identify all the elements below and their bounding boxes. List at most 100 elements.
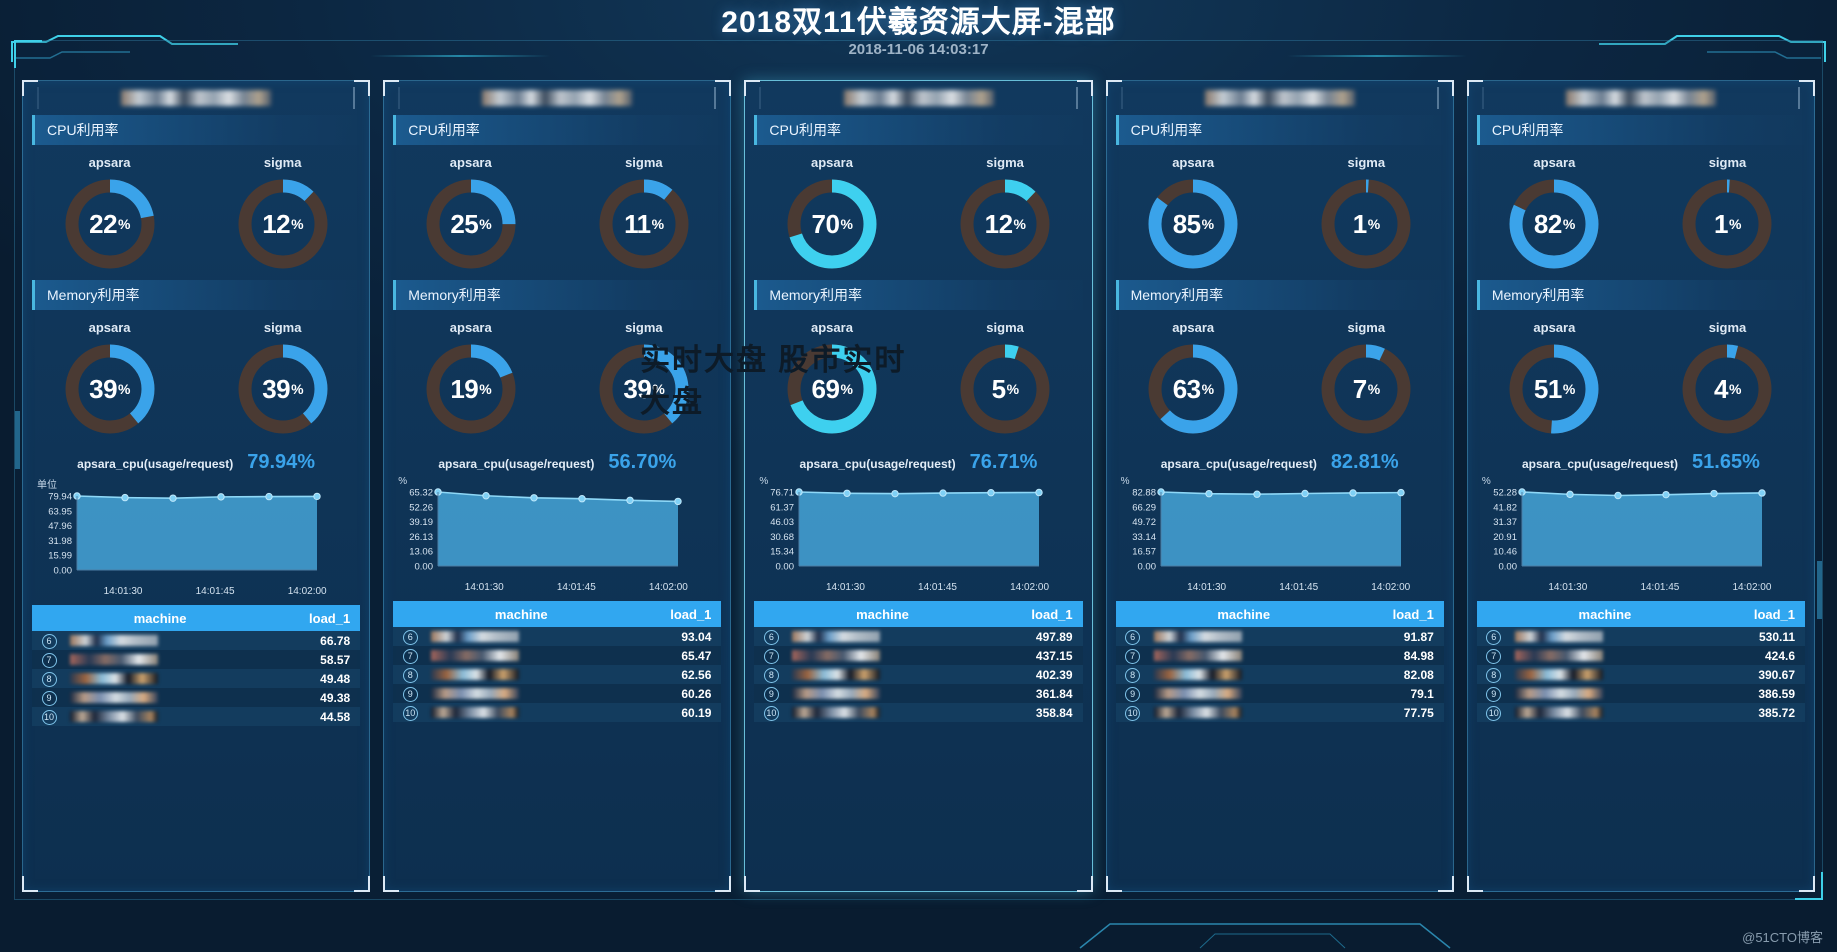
load-value: 44.58 xyxy=(320,709,351,724)
machine-name-redacted xyxy=(1150,631,1362,642)
gauge-label: apsara xyxy=(449,320,492,335)
area-chart: 76.71 61.37 46.03 30.68 15.34 0.00 xyxy=(755,488,1081,580)
gauge-label: apsara xyxy=(449,155,492,170)
table-row[interactable]: 7 58.57 xyxy=(32,650,361,669)
gauge-sigma-memory: sigma 39% xyxy=(557,320,730,437)
x-tick-label: 14:02:00 xyxy=(1732,582,1772,593)
row-index-badge: 10 xyxy=(1486,705,1502,721)
gauge-group-memory: apsara 69% sigma 5% xyxy=(745,310,1091,445)
cluster-panel-2[interactable]: CPU利用率 apsara 25% sigma 11% Memory利用率 ap… xyxy=(383,80,732,892)
gauge-apsara-cpu: apsara 25% xyxy=(384,155,557,272)
load-value: 49.48 xyxy=(320,671,351,686)
redacted-bar xyxy=(431,631,520,642)
redacted-bar xyxy=(1514,631,1603,642)
chart-metric-name: apsara_cpu(usage/request) xyxy=(1521,457,1679,471)
table-row[interactable]: 8 390.67 xyxy=(1476,665,1806,684)
section-title-label: CPU利用率 xyxy=(1491,122,1564,138)
load-value: 91.87 xyxy=(1403,629,1434,644)
table-row[interactable]: 10 60.19 xyxy=(393,703,722,722)
redacted-bar xyxy=(1514,688,1603,699)
table-row[interactable]: 8 62.56 xyxy=(393,665,722,684)
svg-text:39.19: 39.19 xyxy=(409,517,433,528)
machine-name-redacted xyxy=(1511,688,1723,699)
table-row[interactable]: 8 82.08 xyxy=(1115,665,1444,684)
machine-name-redacted xyxy=(1511,669,1723,680)
gauge-apsara-cpu: apsara 85% xyxy=(1107,155,1280,272)
x-tick-label: 14:01:45 xyxy=(556,582,596,593)
table-row[interactable]: 7 84.98 xyxy=(1115,646,1444,665)
table-row[interactable]: 8 402.39 xyxy=(754,665,1083,684)
panel-title-rule-right xyxy=(353,87,356,109)
gauge-value: 4% xyxy=(1714,373,1741,404)
table-row[interactable]: 7 65.47 xyxy=(393,646,722,665)
section-title-cpu: CPU利用率 xyxy=(754,115,1083,145)
machine-name-redacted xyxy=(427,688,639,699)
gauge-value: 22% xyxy=(89,208,130,239)
footer-decoration xyxy=(1079,923,1451,949)
table-row[interactable]: 10 385.72 xyxy=(1476,703,1806,722)
gauge-group-memory: apsara 39% sigma 39% xyxy=(23,310,369,445)
load-value: 60.19 xyxy=(681,705,712,720)
gauge-value: 19% xyxy=(450,373,492,404)
gauge-label: sigma xyxy=(986,320,1024,335)
svg-text:10.46: 10.46 xyxy=(1493,547,1517,558)
table-row[interactable]: 7 424.6 xyxy=(1476,646,1806,665)
table-row[interactable]: 10 44.58 xyxy=(32,707,361,726)
x-tick-label: 14:02:00 xyxy=(1010,582,1050,593)
section-title-label: CPU利用率 xyxy=(769,122,841,138)
section-title-memory: Memory利用率 xyxy=(754,280,1083,310)
gauge-apsara-memory: apsara 19% xyxy=(384,320,557,437)
cluster-panel-5[interactable]: CPU利用率 apsara 82% sigma 1% Memory利用率 aps… xyxy=(1466,80,1816,892)
table-row[interactable]: 8 49.48 xyxy=(32,669,361,688)
gauge-ring: 12% xyxy=(235,176,331,272)
gauge-label: apsara xyxy=(811,155,853,170)
table-row[interactable]: 9 49.38 xyxy=(32,688,361,707)
table-row[interactable]: 9 60.26 xyxy=(393,684,722,703)
table-row[interactable]: 6 91.87 xyxy=(1115,627,1444,646)
svg-text:0.00: 0.00 xyxy=(1137,562,1156,573)
gauge-label: sigma xyxy=(1347,155,1386,170)
panel-title-rule-left xyxy=(398,87,401,109)
gauge-group-cpu: apsara 22% sigma 12% xyxy=(23,145,369,280)
row-index: 6 xyxy=(393,629,427,645)
gauge-sigma-memory: sigma 39% xyxy=(196,320,369,437)
row-index-badge: 9 xyxy=(1125,686,1141,702)
gauge-apsara-memory: apsara 69% xyxy=(745,320,918,437)
table-row[interactable]: 6 66.78 xyxy=(32,631,361,650)
gauge-ring: 22% xyxy=(62,176,158,272)
machine-name-redacted xyxy=(66,711,278,722)
row-index: 9 xyxy=(1116,686,1150,702)
gauge-ring: 25% xyxy=(423,176,519,272)
load-value: 530.11 xyxy=(1758,629,1796,644)
svg-text:30.68: 30.68 xyxy=(771,532,795,543)
table-row[interactable]: 9 79.1 xyxy=(1115,684,1444,703)
machine-name-redacted xyxy=(427,631,639,642)
row-index-badge: 6 xyxy=(1125,629,1141,645)
gauge-label: sigma xyxy=(986,155,1024,170)
table-row[interactable]: 9 361.84 xyxy=(754,684,1083,703)
redacted-bar xyxy=(1153,669,1242,680)
machine-name-redacted xyxy=(1511,631,1723,642)
table-row[interactable]: 10 358.84 xyxy=(754,703,1083,722)
row-index-badge: 7 xyxy=(1125,648,1141,664)
table-row[interactable]: 6 497.89 xyxy=(754,627,1083,646)
machine-name-redacted xyxy=(788,669,1000,680)
table-row[interactable]: 6 93.04 xyxy=(393,627,722,646)
chart-header: apsara_cpu(usage/request) 79.94% xyxy=(33,451,359,474)
table-row[interactable]: 6 530.11 xyxy=(1476,627,1806,646)
gauge-ring: 69% xyxy=(784,341,880,437)
cluster-panel-4[interactable]: CPU利用率 apsara 85% sigma 1% Memory利用率 aps… xyxy=(1105,80,1454,892)
table-row[interactable]: 9 386.59 xyxy=(1476,684,1806,703)
x-tick-label: 14:01:30 xyxy=(825,582,865,593)
gauge-sigma-memory: sigma 7% xyxy=(1280,320,1453,437)
row-index: 6 xyxy=(1116,629,1150,645)
panel-corner xyxy=(715,876,732,892)
table-row[interactable]: 10 77.75 xyxy=(1115,703,1444,722)
table-row[interactable]: 7 437.15 xyxy=(754,646,1083,665)
gauge-ring: 1% xyxy=(1679,176,1775,272)
chart-block: apsara_cpu(usage/request) 76.71% % 76.71… xyxy=(745,445,1091,595)
cluster-panel-1[interactable]: CPU利用率 apsara 22% sigma 12% Memory利用率 ap… xyxy=(22,80,371,892)
redacted-bar xyxy=(70,635,158,646)
table-header-row: machine load_1 xyxy=(754,601,1083,627)
cluster-panel-3[interactable]: CPU利用率 apsara 70% sigma 12% Memory利用率 ap… xyxy=(744,80,1093,892)
